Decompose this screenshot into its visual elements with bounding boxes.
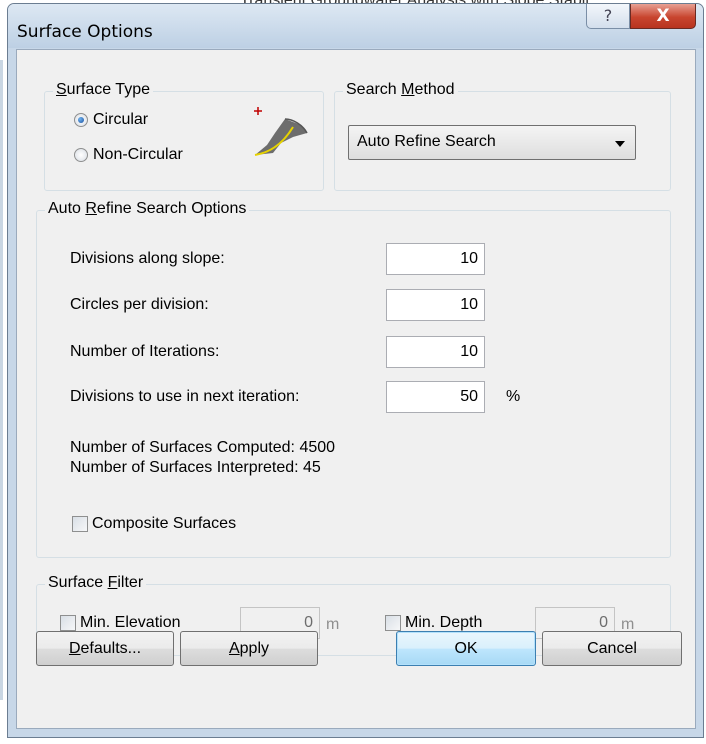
divisions-next-iteration-input[interactable]: 50 bbox=[386, 381, 485, 413]
composite-surfaces-label: Composite Surfaces bbox=[92, 515, 237, 532]
min-elevation-unit: m bbox=[326, 616, 340, 633]
composite-surfaces-box[interactable] bbox=[72, 516, 88, 532]
chevron-down-icon[interactable] bbox=[615, 141, 625, 147]
min-depth-checkbox[interactable]: Min. Depth bbox=[385, 614, 482, 632]
surfaces-interpreted-text: Number of Surfaces Interpreted: 45 bbox=[70, 459, 321, 476]
percent-unit: % bbox=[506, 388, 521, 405]
radio-non-circular[interactable]: Non-Circular bbox=[74, 146, 183, 164]
help-button[interactable]: ? bbox=[586, 4, 630, 29]
min-elevation-label: Min. Elevation bbox=[80, 614, 181, 631]
dialog-body: Surface Type Circular Non-Circular Searc… bbox=[16, 49, 696, 729]
close-button[interactable]: X bbox=[630, 4, 696, 29]
search-method-value: Auto Refine Search bbox=[357, 133, 496, 150]
surface-filter-label: Surface Filter bbox=[45, 574, 147, 592]
divisions-next-iteration-label: Divisions to use in next iteration: bbox=[70, 388, 300, 405]
background-window-edge bbox=[0, 60, 3, 700]
surfaces-computed-text: Number of Surfaces Computed: 4500 bbox=[70, 439, 336, 456]
apply-button[interactable]: Apply bbox=[180, 631, 318, 666]
dialog-title: Surface Options bbox=[17, 22, 153, 42]
min-elevation-box[interactable] bbox=[60, 615, 76, 631]
circles-per-division-label: Circles per division: bbox=[70, 296, 209, 313]
min-depth-box[interactable] bbox=[385, 615, 401, 631]
radio-non-circular-label: Non-Circular bbox=[93, 146, 183, 163]
auto-refine-label: Auto Refine Search Options bbox=[45, 200, 250, 218]
radio-circular-label: Circular bbox=[93, 111, 149, 128]
title-bar[interactable]: Surface Options ? X bbox=[8, 4, 703, 48]
surface-options-dialog: Surface Options ? X Surface Type Circula… bbox=[7, 3, 704, 738]
composite-surfaces-checkbox[interactable]: Composite Surfaces bbox=[72, 515, 236, 533]
min-elevation-checkbox[interactable]: Min. Elevation bbox=[60, 614, 181, 632]
search-method-label: Search Method bbox=[343, 81, 458, 99]
radio-non-circular-button[interactable] bbox=[74, 148, 88, 162]
circles-per-division-input[interactable]: 10 bbox=[386, 289, 485, 321]
cancel-button[interactable]: Cancel bbox=[542, 631, 682, 666]
number-of-iterations-input[interactable]: 10 bbox=[386, 336, 485, 368]
min-depth-label: Min. Depth bbox=[405, 614, 483, 631]
divisions-along-slope-input[interactable]: 10 bbox=[386, 243, 485, 275]
radio-circular[interactable]: Circular bbox=[74, 111, 148, 129]
defaults-button[interactable]: Defaults... bbox=[36, 631, 174, 666]
circular-slip-surface-icon bbox=[254, 107, 308, 156]
radio-circular-button[interactable] bbox=[74, 113, 88, 127]
number-of-iterations-label: Number of Iterations: bbox=[70, 343, 220, 360]
divisions-along-slope-label: Divisions along slope: bbox=[70, 250, 225, 267]
surface-type-label: Surface Type bbox=[53, 81, 153, 99]
ok-button[interactable]: OK bbox=[396, 631, 536, 666]
search-method-dropdown[interactable]: Auto Refine Search bbox=[348, 125, 636, 160]
